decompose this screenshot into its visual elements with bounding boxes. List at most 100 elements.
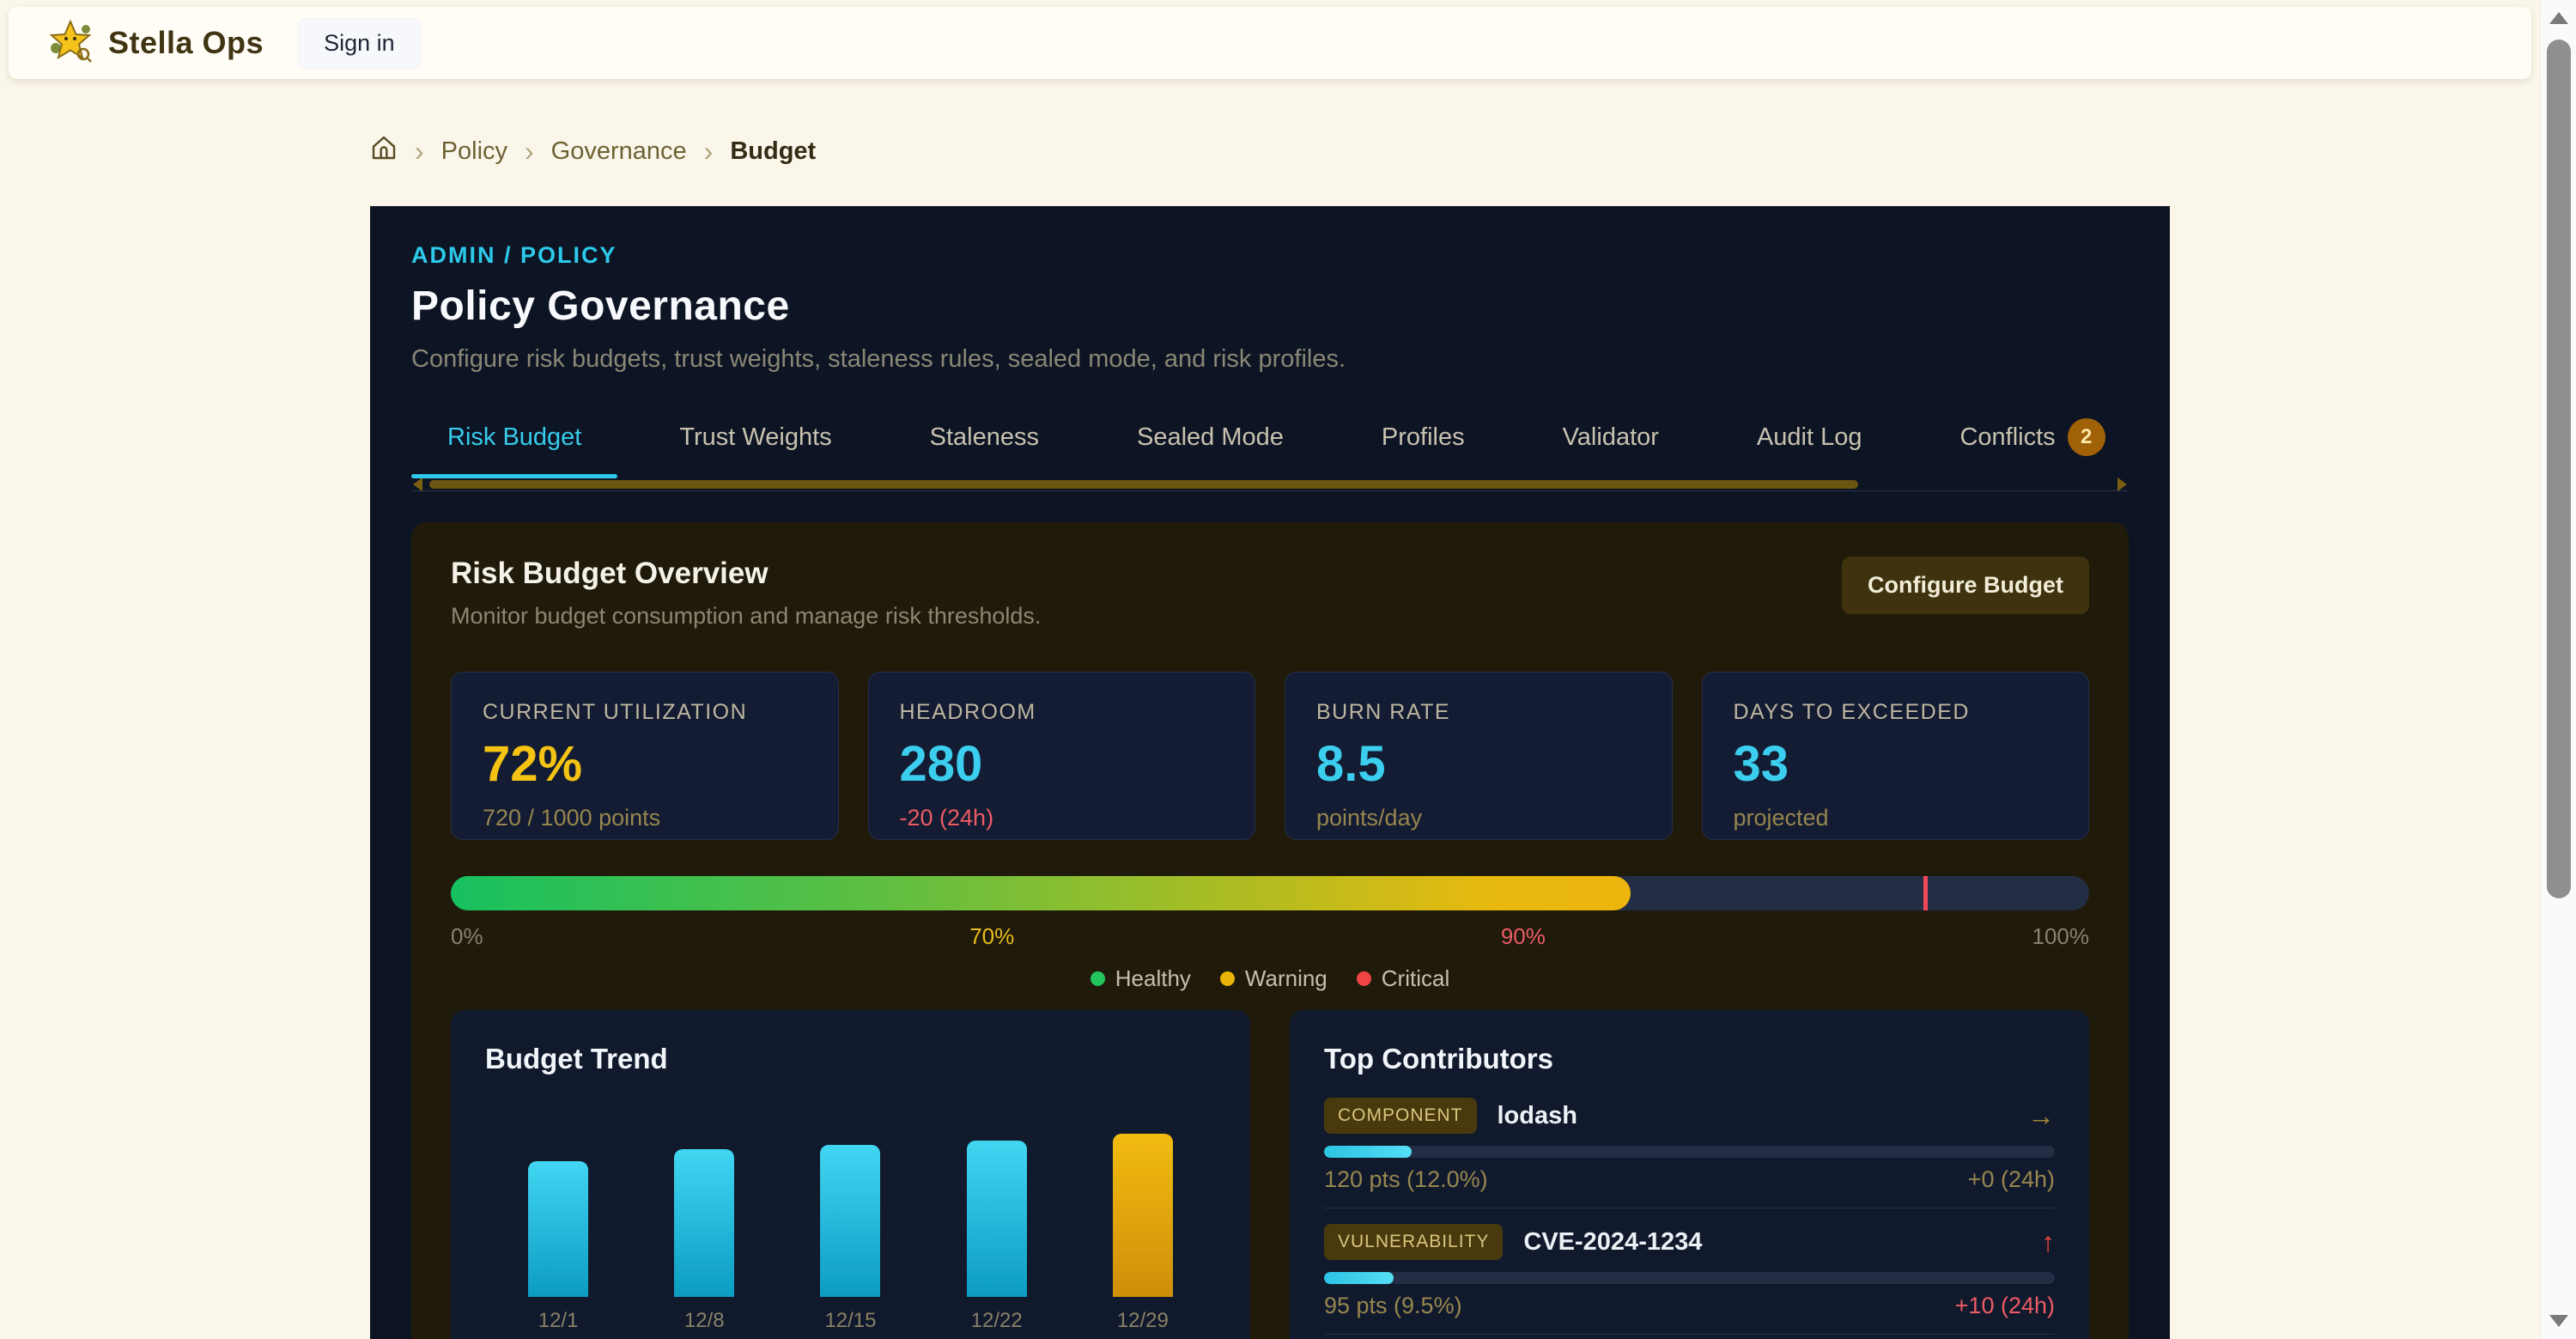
trend-bar-column [644, 1149, 764, 1297]
trend-x-label: 12/29 [1083, 1309, 1203, 1333]
browser-vertical-scrollbar[interactable] [2540, 0, 2576, 1339]
trend-bar-column [937, 1141, 1057, 1297]
contributor-name: lodash [1498, 1102, 1577, 1130]
tab-staleness[interactable]: Staleness [894, 410, 1075, 478]
stat-card: BURN RATE8.5points/day [1285, 672, 1673, 840]
critical-threshold-marker [1923, 876, 1928, 910]
chevron-right-icon: › [525, 137, 534, 165]
tab-risk-budget[interactable]: Risk Budget [411, 410, 617, 478]
healthy-dot-icon [1091, 971, 1105, 986]
stat-sub: points/day [1316, 805, 1641, 831]
tabs-horizontal-scrollbar [411, 478, 2129, 490]
brand[interactable]: Stella Ops [48, 19, 264, 68]
budget-trend-title: Budget Trend [485, 1043, 1216, 1077]
scale-label: 0% [451, 923, 483, 950]
contributor-progress-fill [1324, 1146, 1412, 1158]
page-subtitle: Configure risk budgets, trust weights, s… [411, 345, 2129, 374]
overview-subtitle: Monitor budget consumption and manage ri… [451, 603, 1041, 630]
legend-item: Warning [1220, 965, 1327, 992]
trend-bar-column [790, 1145, 910, 1297]
stat-card: CURRENT UTILIZATION72%720 / 1000 points [451, 672, 839, 840]
contributor-type-badge: COMPONENT [1324, 1098, 1477, 1134]
tab-trust-weights[interactable]: Trust Weights [643, 410, 867, 478]
stats-grid: CURRENT UTILIZATION72%720 / 1000 pointsH… [451, 672, 2089, 840]
stat-sub: -20 (24h) [900, 805, 1224, 831]
scrollbar-thumb[interactable] [2547, 40, 2571, 898]
budget-trend-panel: Budget Trend 12/112/812/1512/2212/29 [451, 1010, 1250, 1339]
tab-profiles[interactable]: Profiles [1346, 410, 1501, 478]
stat-sub: 720 / 1000 points [483, 805, 807, 831]
scroll-right-arrow-icon[interactable] [2117, 478, 2127, 491]
top-contributors-panel: Top Contributors COMPONENTlodash→120 pts… [1290, 1010, 2089, 1339]
trend-bar[interactable] [820, 1145, 880, 1297]
page: Stella Ops Sign in › Policy › Governance… [0, 0, 2540, 1339]
contributor-row: COMPONENTlodash→120 pts (12.0%)+0 (24h) [1324, 1098, 2055, 1208]
legend-label: Critical [1382, 965, 1449, 992]
trend-up-arrow-icon[interactable]: ↑ [2041, 1226, 2055, 1258]
contributor-stats: 95 pts (9.5%) +10 (24h) [1324, 1293, 2055, 1318]
stat-card: HEADROOM 280 -20 (24h) [868, 672, 1256, 840]
legend-label: Healthy [1115, 965, 1191, 992]
stat-sub: projected [1734, 805, 2058, 831]
scrollbar-down-arrow-icon[interactable] [2549, 1315, 2568, 1327]
legend-item: Healthy [1091, 965, 1191, 992]
stat-card: DAYS TO EXCEEDED33projected [1702, 672, 2090, 840]
conflicts-count-badge: 2 [2068, 418, 2105, 456]
trend-bar[interactable] [674, 1149, 734, 1297]
section-eyebrow: ADMIN / POLICY [411, 242, 2129, 269]
tab-audit-log[interactable]: Audit Log [1721, 410, 1899, 478]
chevron-right-icon: › [704, 137, 714, 165]
stat-value: 280 [900, 735, 1224, 793]
scale-label: 100% [2032, 923, 2090, 950]
contributor-header: COMPONENT lodash → [1324, 1098, 2055, 1134]
utilization-scale-labels: 0%70%90%100% [451, 921, 2089, 952]
row-divider [1324, 1334, 2055, 1335]
contributor-type-badge: VULNERABILITY [1324, 1224, 1503, 1260]
breadcrumb: › Policy › Governance › Budget [370, 134, 2170, 168]
tab-conflicts[interactable]: Conflicts2 [1923, 410, 2129, 478]
home-icon[interactable] [370, 134, 398, 168]
tab-validator[interactable]: Validator [1527, 410, 1695, 478]
trend-x-label: 12/8 [644, 1309, 764, 1333]
tab-label: Profiles [1382, 423, 1465, 452]
utilization-fill [451, 876, 1631, 910]
sign-in-button[interactable]: Sign in [298, 19, 421, 68]
trend-bar[interactable] [967, 1141, 1027, 1297]
scrollbar-up-arrow-icon[interactable] [2549, 12, 2568, 24]
contributor-row: VULNERABILITY CVE-2024-1234 ↑ 95 pts (9.5%)… [1324, 1224, 2055, 1335]
breadcrumb-governance[interactable]: Governance [551, 137, 687, 166]
top-contributors-title: Top Contributors [1324, 1043, 2055, 1077]
contributor-name: CVE-2024-1234 [1523, 1228, 1702, 1257]
arrow-right-icon[interactable]: → [2027, 1100, 2055, 1132]
critical-dot-icon [1357, 971, 1371, 986]
contributor-delta: +10 (24h) [1955, 1293, 2055, 1318]
app-header: Stella Ops Sign in [9, 7, 2531, 79]
threshold-legend: Healthy Warning Critical [451, 964, 2089, 993]
configure-budget-button[interactable]: Configure Budget [1842, 557, 2089, 614]
tabs-bar: Risk Budget Trust Weights Staleness Sealed … [411, 410, 2129, 491]
contributor-delta: +0 (24h) [1968, 1166, 2055, 1192]
tabs-scrollbar-thumb[interactable] [429, 480, 1858, 489]
breadcrumb-policy[interactable]: Policy [441, 137, 507, 166]
scroll-left-arrow-icon[interactable] [413, 478, 422, 491]
contributor-points: 95 pts (9.5%) [1324, 1293, 1462, 1318]
contributor-progress-bar [1324, 1146, 2055, 1158]
trend-x-label: 12/15 [790, 1309, 910, 1333]
tab-label: Validator [1563, 423, 1659, 452]
utilization-progress-bar [451, 876, 2089, 910]
tabs-scrollbar-track[interactable] [429, 480, 2111, 489]
tab-sealed-mode[interactable]: Sealed Mode [1101, 410, 1320, 478]
risk-budget-overview-card: Risk Budget Overview Monitor budget cons… [411, 522, 2129, 1339]
page-title: Policy Governance [411, 283, 2129, 330]
legend-label: Warning [1245, 965, 1327, 992]
stat-label: HEADROOM [900, 700, 1224, 725]
trend-bar[interactable] [1113, 1134, 1173, 1297]
stella-logo-icon [48, 19, 93, 68]
contributor-progress-fill [1324, 1272, 1394, 1284]
contributors-list: COMPONENTlodash→120 pts (12.0%)+0 (24h)V… [1324, 1098, 2055, 1339]
trend-bar[interactable] [528, 1161, 588, 1297]
legend-item: Critical [1357, 965, 1449, 992]
trend-x-label: 12/1 [498, 1309, 618, 1333]
warning-dot-icon [1220, 971, 1235, 986]
stat-value: 8.5 [1316, 735, 1641, 793]
